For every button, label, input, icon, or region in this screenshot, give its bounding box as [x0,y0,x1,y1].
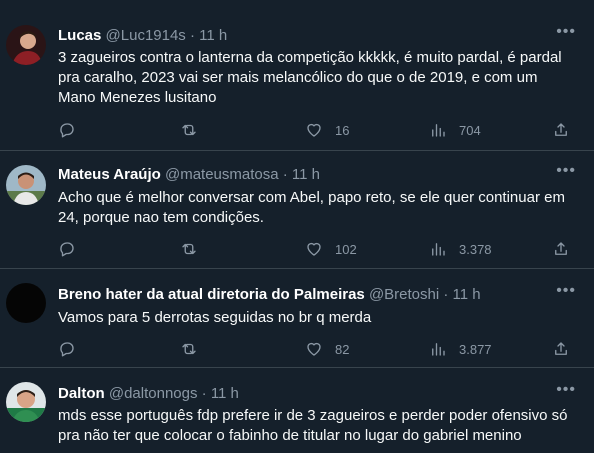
tweet[interactable]: Breno hater da atual diretoria do Palmei… [0,269,594,368]
tweet-header: Dalton @daltonnogs · 11 h [58,384,239,404]
avatar[interactable] [6,283,46,323]
retweet-button[interactable] [180,120,198,140]
reply-button[interactable] [58,239,76,259]
reply-button[interactable] [58,339,76,359]
more-icon[interactable]: ••• [556,22,576,42]
tweet[interactable]: Dalton @daltonnogs · 11 h ••• mds esse p… [0,368,594,453]
tweet[interactable]: Mateus Araújo @mateusmatosa · 11 h ••• A… [0,151,594,269]
tweet-actions: 102 3.378 [0,239,594,259]
like-count: 16 [335,122,350,138]
separator-dot: · [443,286,449,303]
views-button[interactable]: 3.378 [429,239,492,259]
tweet-timestamp[interactable]: 11 h [199,27,227,44]
tweet-header: Lucas @Luc1914s · 11 h [58,26,227,46]
more-icon[interactable]: ••• [556,380,576,400]
like-button[interactable]: 102 [305,239,357,259]
author-name[interactable]: Dalton [58,385,105,402]
more-icon[interactable]: ••• [556,161,576,181]
tweet-header: Mateus Araújo @mateusmatosa · 11 h [58,165,320,185]
tweet-timestamp[interactable]: 11 h [292,166,320,183]
views-icon [432,124,445,137]
heart-icon [307,123,321,137]
reply-icon [60,123,74,138]
retweet-icon [182,243,196,255]
separator-dot: · [282,166,288,183]
author-handle[interactable]: @Luc1914s [106,27,186,44]
tweet-text: mds esse português fdp prefere ir de 3 z… [58,407,568,444]
separator-dot: · [201,385,207,402]
avatar[interactable] [6,165,46,205]
like-button[interactable]: 82 [305,339,349,359]
separator-dot: · [189,27,195,44]
tweet-actions: 16 704 [0,120,594,140]
reply-icon [60,242,74,257]
tweet-actions: 82 3.877 [0,339,594,359]
like-button[interactable]: 16 [305,120,349,140]
tweet-timestamp[interactable]: 11 h [211,385,239,402]
views-button[interactable]: 704 [429,120,481,140]
share-button[interactable] [552,239,570,259]
share-icon [555,342,567,355]
more-icon[interactable]: ••• [556,281,576,301]
share-icon [555,123,567,136]
tweet-text: 3 zagueiros contra o lanterna da competi… [58,49,562,106]
tweet-header: Breno hater da atual diretoria do Palmei… [58,285,481,305]
like-count: 82 [335,341,350,357]
share-button[interactable] [552,339,570,359]
views-count: 704 [459,122,481,138]
retweet-icon [182,343,196,355]
tweet-text: Vamos para 5 derrotas seguidas no br q m… [58,309,372,326]
views-count: 3.877 [459,341,492,357]
views-count: 3.378 [459,241,492,257]
author-handle[interactable]: @Bretoshi [369,286,439,303]
share-icon [555,242,567,255]
author-handle[interactable]: @mateusmatosa [165,166,279,183]
avatar[interactable] [6,382,46,422]
share-button[interactable] [552,120,570,140]
tweet-text: Acho que é melhor conversar com Abel, pa… [58,189,565,226]
retweet-button[interactable] [180,339,198,359]
retweet-icon [182,124,196,136]
reply-button[interactable] [58,120,76,140]
heart-icon [307,342,321,356]
tweet-timestamp[interactable]: 11 h [453,286,481,303]
author-name[interactable]: Mateus Araújo [58,166,161,183]
author-name[interactable]: Lucas [58,27,101,44]
views-icon [432,243,445,256]
reply-icon [60,342,74,357]
author-name[interactable]: Breno hater da atual diretoria do Palmei… [58,286,365,303]
views-icon [432,343,445,356]
like-count: 102 [335,241,357,257]
tweet[interactable]: Lucas @Luc1914s · 11 h ••• 3 zagueiros c… [0,12,594,151]
author-handle[interactable]: @daltonnogs [109,385,198,402]
heart-icon [307,242,321,256]
retweet-button[interactable] [180,239,198,259]
views-button[interactable]: 3.877 [429,339,492,359]
avatar[interactable] [6,25,46,65]
